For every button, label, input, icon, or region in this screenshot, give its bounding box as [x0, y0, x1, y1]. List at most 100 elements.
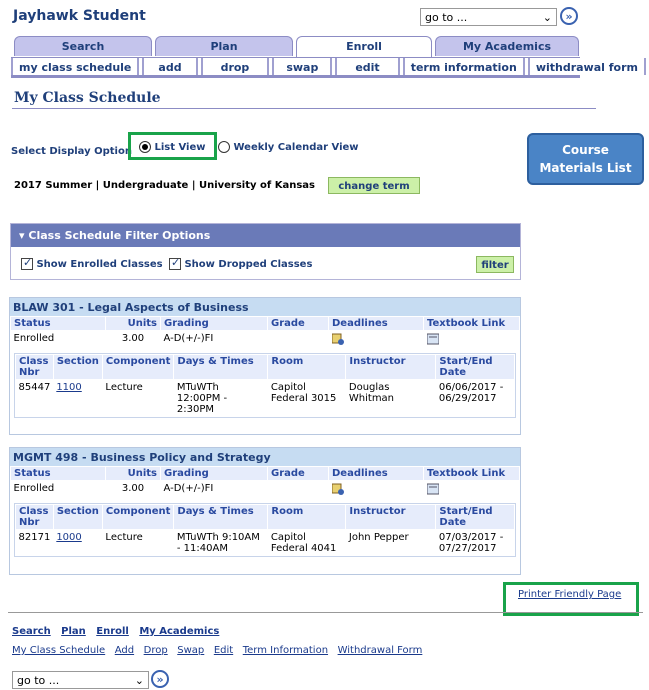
footer-sub-edit[interactable]: Edit: [214, 645, 233, 656]
col-units: Units: [105, 316, 161, 331]
col-section: Section: [52, 354, 103, 380]
footer-sub-term-information[interactable]: Term Information: [243, 645, 328, 656]
footer-goto-button[interactable]: »: [151, 670, 169, 688]
radio-unselected-icon[interactable]: [218, 141, 230, 153]
col-class-nbr: Class Nbr: [15, 354, 54, 380]
filter-header[interactable]: ▾ Class Schedule Filter Options: [11, 224, 520, 247]
deadlines-calendar-icon[interactable]: [329, 331, 424, 351]
term-label: 2017 Summer | Undergraduate | University…: [14, 180, 315, 191]
subnav-add[interactable]: add: [142, 58, 198, 75]
footer-sub-add[interactable]: Add: [115, 645, 134, 656]
grade-value: [268, 331, 329, 351]
course-materials-line2: Materials List: [539, 161, 632, 175]
calendar-view-label: Weekly Calendar View: [233, 142, 359, 153]
tab-enroll[interactable]: Enroll: [296, 36, 432, 57]
chevron-down-icon: ⌄: [134, 673, 144, 687]
class-nbr-value: 85447: [18, 382, 51, 393]
grading-value: A-D(+/-)FI: [163, 333, 214, 344]
show-enrolled-option[interactable]: Show Enrolled Classes: [21, 256, 163, 270]
footer-nav: Search Plan Enroll My Academics: [12, 626, 219, 637]
triangle-down-icon: ▾: [19, 229, 25, 242]
component-value: Lecture: [105, 382, 143, 393]
col-status: Status: [10, 316, 106, 331]
filter-button[interactable]: filter: [476, 256, 514, 273]
textbook-book-icon[interactable]: [424, 481, 520, 501]
footer-goto-select[interactable]: go to ... ⌄: [12, 671, 149, 689]
tab-plan[interactable]: Plan: [155, 36, 293, 56]
units-value: 3.00: [121, 483, 145, 494]
col-room: Room: [267, 504, 347, 530]
col-instructor: Instructor: [345, 504, 437, 530]
footer-sub-swap[interactable]: Swap: [177, 645, 204, 656]
col-days-times: Days & Times: [173, 504, 269, 530]
col-grade: Grade: [267, 316, 329, 331]
status-value: Enrolled: [13, 483, 55, 494]
col-start-end: Start/End Date: [435, 504, 515, 530]
tab-label: Enroll: [346, 40, 382, 53]
goto-select[interactable]: go to ... ⌄: [420, 8, 557, 26]
change-term-button[interactable]: change term: [328, 177, 420, 194]
deadlines-calendar-icon[interactable]: [329, 481, 424, 501]
col-section: Section: [52, 504, 103, 530]
footer-link-my-academics[interactable]: My Academics: [139, 626, 219, 637]
dates-value: 07/03/2017 - 07/27/2017: [438, 532, 504, 554]
textbook-book-icon[interactable]: [424, 331, 520, 351]
footer-link-search[interactable]: Search: [12, 626, 51, 637]
footer-link-enroll[interactable]: Enroll: [96, 626, 129, 637]
app-title: Jayhawk Student: [13, 8, 146, 24]
subnav-drop[interactable]: drop: [200, 58, 270, 75]
course-title: MGMT 498 - Business Policy and Strategy: [10, 448, 520, 466]
room-value: Capitol Federal 3015: [270, 382, 337, 404]
show-dropped-option[interactable]: Show Dropped Classes: [169, 256, 313, 270]
col-units: Units: [105, 466, 161, 481]
footer-sub-drop[interactable]: Drop: [144, 645, 168, 656]
status-value: Enrolled: [13, 333, 55, 344]
col-days-times: Days & Times: [173, 354, 269, 380]
grade-value: [268, 481, 329, 501]
checkbox-checked-icon[interactable]: [21, 256, 33, 270]
page-title: My Class Schedule: [14, 90, 161, 106]
display-option-label: Select Display Option: [11, 146, 132, 157]
section-link[interactable]: 1100: [56, 382, 81, 393]
section-table-wrap: Class Nbr Section Component Days & Times…: [14, 353, 516, 418]
course-materials-button[interactable]: Course Materials List: [527, 133, 644, 185]
filter-title: Class Schedule Filter Options: [28, 229, 211, 242]
section-link[interactable]: 1000: [56, 532, 81, 543]
title-divider: [12, 108, 596, 109]
subnav-edit[interactable]: edit: [335, 58, 400, 75]
tab-label: My Academics: [462, 40, 552, 53]
subnav: my class schedule add drop swap edit ter…: [11, 57, 646, 78]
checkbox-checked-icon[interactable]: [169, 256, 181, 270]
col-component: Component: [101, 504, 175, 530]
days-times-value: MTuWTh 12:00PM - 2:30PM: [176, 382, 228, 415]
radio-selected-icon[interactable]: [139, 141, 151, 153]
dates-value: 06/06/2017 - 06/29/2017: [438, 382, 504, 404]
tab-label: Plan: [210, 40, 238, 53]
units-value: 3.00: [121, 333, 145, 344]
tab-label: Search: [61, 40, 105, 53]
section-table: Class Nbr Section Component Days & Times…: [15, 504, 515, 556]
footer-sub-withdrawal-form[interactable]: Withdrawal Form: [338, 645, 423, 656]
col-component: Component: [101, 354, 175, 380]
subnav-my-class-schedule[interactable]: my class schedule: [11, 58, 140, 75]
col-grade: Grade: [267, 466, 329, 481]
col-instructor: Instructor: [345, 354, 437, 380]
footer-sub-my-class-schedule[interactable]: My Class Schedule: [12, 645, 105, 656]
col-start-end: Start/End Date: [435, 354, 515, 380]
course-summary-table: Status Units Grading Grade Deadlines Tex…: [10, 316, 520, 350]
grading-value: A-D(+/-)FI: [163, 483, 214, 494]
footer-link-plan[interactable]: Plan: [61, 626, 86, 637]
list-view-option[interactable]: List View: [139, 141, 206, 153]
printer-friendly-link[interactable]: Printer Friendly Page: [518, 589, 621, 600]
show-dropped-label: Show Dropped Classes: [184, 259, 313, 270]
subnav-withdrawal-form[interactable]: withdrawal form: [527, 58, 646, 75]
col-textbook: Textbook Link: [423, 316, 520, 331]
tab-search[interactable]: Search: [14, 36, 152, 56]
calendar-view-option[interactable]: Weekly Calendar View: [218, 141, 359, 153]
course-block: MGMT 498 - Business Policy and Strategy …: [9, 447, 521, 575]
list-view-label: List View: [154, 142, 206, 153]
subnav-term-information[interactable]: term information: [402, 58, 525, 75]
goto-button[interactable]: »: [560, 7, 578, 25]
tab-my-academics[interactable]: My Academics: [435, 36, 579, 56]
subnav-swap[interactable]: swap: [272, 58, 333, 75]
